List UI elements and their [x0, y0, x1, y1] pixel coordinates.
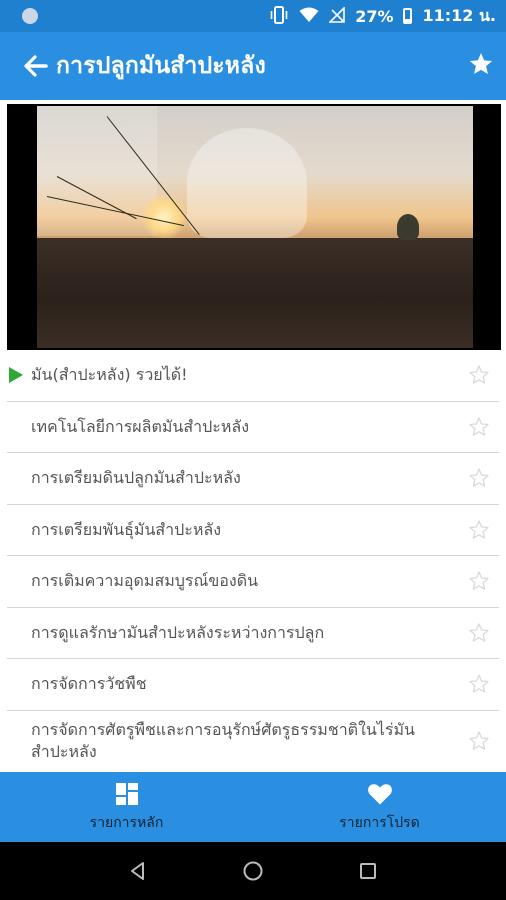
star-outline-icon[interactable] — [467, 621, 491, 645]
app-bar: การปลูกมันสำปะหลัง — [0, 32, 506, 100]
list-item[interactable]: การจัดการวัชพืช — [7, 659, 499, 711]
home-circle-icon[interactable] — [238, 856, 268, 886]
star-outline-icon[interactable] — [467, 569, 491, 593]
status-right: 27% 11:12 น. — [269, 4, 496, 29]
battery-percent: 27% — [355, 6, 394, 26]
list-item[interactable]: การเตรียมดินปลูกมันสำปะหลัง — [7, 453, 499, 505]
video-thumbnail — [37, 106, 473, 348]
list-item-label: เทคโนโลยีการผลิตมันสำปะหลัง — [31, 416, 250, 436]
video-player[interactable] — [7, 104, 501, 350]
list-item[interactable]: มัน(สำปะหลัง) รวยได้! — [7, 350, 499, 402]
list-item[interactable]: เทคโนโลยีการผลิตมันสำปะหลัง — [7, 402, 499, 453]
list-item[interactable]: การเตรียมพันธุ์มันสำปะหลัง — [7, 505, 499, 556]
nav-main-label: รายการหลัก — [89, 815, 164, 831]
video-list: มัน(สำปะหลัง) รวยได้! เทคโนโลยีการผลิตมั… — [0, 350, 506, 773]
list-item-label: การจัดการศัตรูพืชและการอนุรักษ์ศัตรูธรรม… — [31, 720, 415, 761]
nav-favorites-label: รายการโปรด — [339, 815, 420, 831]
star-outline-icon[interactable] — [467, 518, 491, 542]
battery-icon — [403, 8, 413, 24]
list-item[interactable]: การจัดการศัตรูพืชและการอนุรักษ์ศัตรูธรรม… — [7, 711, 499, 773]
bottom-nav: รายการหลัก รายการโปรด — [0, 772, 506, 842]
star-outline-icon[interactable] — [467, 672, 491, 696]
list-item-label: มัน(สำปะหลัง) รวยได้! — [31, 365, 188, 385]
field — [37, 238, 473, 348]
nav-main-list[interactable]: รายการหลัก — [0, 772, 253, 842]
recents-square-icon[interactable] — [353, 856, 383, 886]
page-title: การปลูกมันสำปะหลัง — [56, 53, 266, 79]
wifi-icon — [299, 7, 319, 26]
star-outline-icon[interactable] — [467, 415, 491, 439]
heart-icon — [367, 780, 393, 808]
list-item[interactable]: การดูแลรักษามันสำปะหลังระหว่างการปลูก — [7, 608, 499, 659]
nav-favorites[interactable]: รายการโปรด — [253, 772, 506, 842]
list-item[interactable]: การเติมความอุดมสมบูรณ์ของดิน — [7, 556, 499, 608]
back-arrow-icon[interactable] — [24, 53, 50, 79]
list-item-label: การดูแลรักษามันสำปะหลังระหว่างการปลูก — [31, 622, 325, 642]
system-nav-bar — [0, 842, 506, 900]
list-item-label: การเตรียมพันธุ์มันสำปะหลัง — [31, 519, 222, 539]
favorite-star-icon[interactable] — [468, 51, 494, 82]
star-outline-icon[interactable] — [467, 729, 491, 753]
back-triangle-icon[interactable] — [123, 856, 153, 886]
list-item-label: การเติมความอุดมสมบูรณ์ของดิน — [31, 571, 259, 591]
play-icon — [9, 367, 23, 384]
star-outline-icon[interactable] — [467, 466, 491, 490]
status-bar: 27% 11:12 น. — [0, 0, 506, 32]
notification-dot-icon — [22, 8, 38, 24]
clock: 11:12 น. — [422, 5, 496, 25]
list-item-label: การจัดการวัชพืช — [31, 674, 147, 694]
video-overlay-silhouette — [187, 128, 307, 238]
dashboard-icon — [115, 780, 139, 808]
tree — [397, 214, 419, 240]
list-item-label: การเตรียมดินปลูกมันสำปะหลัง — [31, 468, 241, 488]
vibrate-icon — [269, 5, 289, 27]
no-signal-icon — [328, 5, 345, 26]
star-outline-icon[interactable] — [467, 363, 491, 387]
